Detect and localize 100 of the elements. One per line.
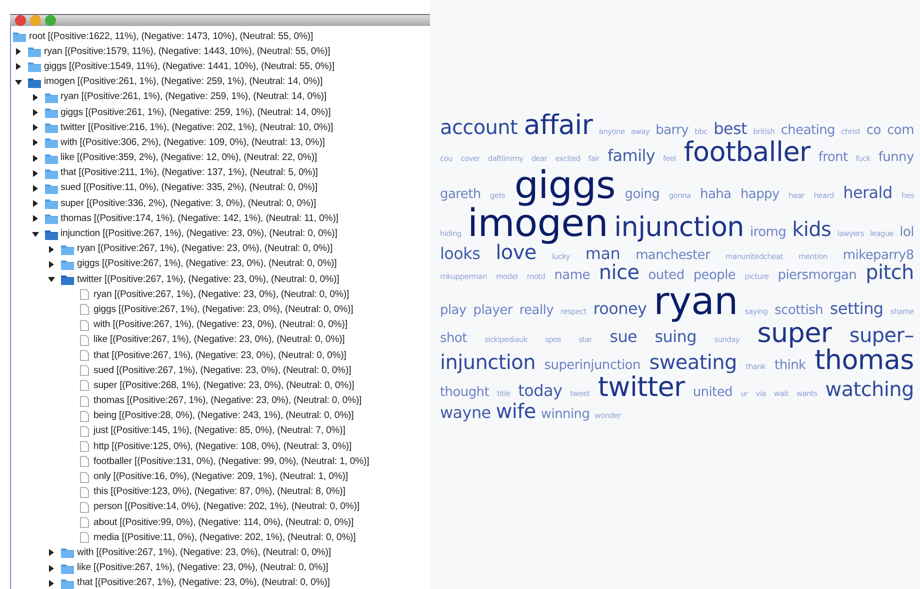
tree-node-label[interactable]: giggs [(Positive:267, 1%), (Negative: 23, 0%), (Neutral: 0, 0%)] bbox=[94, 304, 354, 316]
cloud-word: barry bbox=[656, 124, 689, 137]
tree-node-label[interactable]: that [(Positive:211, 1%), (Negative: 137, 1%), (Neutral: 5, 0%)] bbox=[60, 167, 318, 180]
cloud-word: wife bbox=[496, 401, 536, 421]
document-icon bbox=[78, 320, 90, 331]
cloud-word: herald bbox=[843, 185, 892, 201]
cloud-word: affair bbox=[524, 112, 593, 139]
folder-icon bbox=[61, 274, 74, 286]
cloud-word: ryan bbox=[654, 282, 738, 320]
cloud-word: nice bbox=[598, 262, 640, 282]
tree-node-label[interactable]: footballer [(Positive:131, 0%), (Negative: 99, 0%), (Neutral: 1, 0%)] bbox=[94, 456, 370, 468]
tree-node-label[interactable]: only [(Positive:16, 0%), (Negative: 209, 1%), (Neutral: 1, 0%)] bbox=[94, 471, 348, 484]
tree-node-label[interactable]: super [(Positive:336, 2%), (Negative: 3, 0%), (Neutral: 0, 0%)] bbox=[60, 198, 316, 210]
tree-node-label[interactable]: ryan [(Positive:261, 1%), (Negative: 259, 1%), (Neutral: 14, 0%)] bbox=[60, 91, 326, 104]
tree-node-label[interactable]: sued [(Positive:267, 1%), (Negative: 23, 0%), (Neutral: 0, 0%)] bbox=[94, 364, 352, 377]
cloud-word: happy bbox=[740, 188, 780, 201]
cloud-word: super– bbox=[849, 325, 914, 345]
tree-node-label[interactable]: http [(Positive:125, 0%), (Negative: 108, 0%), (Neutral: 3, 0%)] bbox=[94, 440, 352, 453]
tree-node-label[interactable]: thomas [(Positive:267, 1%), (Negative: 23, 0%), (Neutral: 0, 0%)] bbox=[94, 395, 362, 408]
tree-node-label[interactable]: like [(Positive:267, 1%), (Negative: 23, 0%), (Neutral: 0, 0%)] bbox=[77, 562, 328, 574]
cloud-word: piersmorgan bbox=[778, 269, 857, 282]
document-icon bbox=[78, 410, 90, 422]
cloud-word: really bbox=[519, 304, 554, 317]
tree-node-label[interactable]: media [(Positive:11, 0%), (Negative: 202, 1%), (Neutral: 0, 0%)] bbox=[94, 532, 356, 544]
cloud-word: manchester bbox=[636, 249, 710, 262]
folder-icon bbox=[61, 578, 74, 589]
tree-node-label[interactable]: imogen [(Positive:261, 1%), (Negative: 259, 1%), (Neutral: 14, 0%)] bbox=[44, 76, 323, 88]
document-icon bbox=[78, 304, 90, 316]
folder-icon bbox=[13, 31, 26, 42]
cloud-word: outed bbox=[648, 269, 684, 282]
tree-node-label[interactable]: with [(Positive:267, 1%), (Negative: 23, 0%), (Neutral: 0, 0%)] bbox=[94, 319, 348, 332]
cloud-word: cheating bbox=[780, 124, 835, 137]
cloud-word: injunction bbox=[614, 214, 744, 241]
tree-node-label[interactable]: super [(Positive:268, 1%), (Negative: 23, 0%), (Neutral: 0, 0%)] bbox=[94, 380, 354, 392]
folder-icon bbox=[44, 92, 58, 103]
tree-node-label[interactable]: that [(Positive:267, 1%), (Negative: 23, 0%), (Neutral: 0, 0%)] bbox=[94, 350, 346, 362]
cloud-word: united bbox=[692, 386, 732, 399]
tree-node-label[interactable]: being [(Positive:28, 0%), (Negative: 243, 1%), (Neutral: 0, 0%)] bbox=[94, 410, 354, 422]
folder-icon bbox=[44, 137, 58, 148]
tree-node-label[interactable]: ryan [(Positive:1579, 11%), (Negative: 1443, 10%), (Neutral: 55, 0%)] bbox=[44, 46, 330, 58]
tree-node-label[interactable]: root [(Positive:1622, 11%), (Negative: 1473, 10%), (Neutral: 55, 0%)] bbox=[29, 30, 314, 43]
cloud-word: setting bbox=[830, 301, 884, 317]
folder-icon bbox=[44, 228, 58, 240]
folder-icon bbox=[61, 258, 74, 270]
document-icon bbox=[78, 365, 90, 376]
close-button[interactable] bbox=[15, 15, 26, 26]
cloud-word: family bbox=[607, 148, 656, 164]
cloud-word: best bbox=[714, 121, 747, 137]
folder-icon bbox=[44, 198, 58, 210]
tree-node-label[interactable]: thomas [(Positive:174, 1%), (Negative: 142, 1%), (Neutral: 11, 0%)] bbox=[60, 212, 338, 225]
cloud-word: iromg bbox=[750, 226, 786, 239]
tree-node-label[interactable]: person [(Positive:14, 0%), (Negative: 202, 1%), (Neutral: 0, 0%)] bbox=[94, 501, 360, 514]
cloud-word: funny bbox=[878, 151, 914, 164]
cloud-word: think bbox=[774, 359, 806, 372]
tree-node-label[interactable]: just [(Positive:145, 1%), (Negative: 85, 0%), (Neutral: 7, 0%)] bbox=[94, 425, 346, 438]
folder-icon bbox=[44, 107, 58, 118]
tree-node-label[interactable]: like [(Positive:359, 2%), (Negative: 12, 0%), (Neutral: 22, 0%)] bbox=[60, 152, 317, 164]
tree-node-label[interactable]: sued [(Positive:11, 0%), (Negative: 335, 2%), (Neutral: 0, 0%)] bbox=[60, 182, 318, 194]
cloud-word: wayne bbox=[440, 405, 491, 421]
document-icon bbox=[78, 396, 90, 407]
tree-node-label[interactable]: like [(Positive:267, 1%), (Negative: 23, 0%), (Neutral: 0, 0%)] bbox=[94, 334, 345, 346]
tree-node-label[interactable]: with [(Positive:306, 2%), (Negative: 109, 0%), (Neutral: 13, 0%)] bbox=[60, 136, 325, 149]
document-icon bbox=[78, 380, 90, 392]
folder-icon bbox=[61, 562, 74, 574]
tree-node-label[interactable]: about [(Positive:99, 0%), (Negative: 114, 0%), (Neutral: 0, 0%)] bbox=[94, 516, 354, 529]
tree-node-label[interactable]: twitter [(Positive:267, 1%), (Negative: 23, 0%), (Neutral: 0, 0%)] bbox=[77, 274, 340, 286]
cloud-word: suing bbox=[654, 329, 696, 345]
cloud-word: scottish bbox=[774, 304, 823, 317]
document-icon bbox=[78, 486, 90, 498]
cloud-word: gareth bbox=[440, 188, 481, 201]
tree-node-label[interactable]: ryan [(Positive:267, 1%), (Negative: 23, 0%), (Neutral: 0, 0%)] bbox=[94, 288, 350, 301]
cloud-word: com bbox=[887, 124, 914, 137]
tree-node-label[interactable]: that [(Positive:267, 1%), (Negative: 23, 0%), (Neutral: 0, 0%)] bbox=[77, 577, 330, 589]
cloud-word: footballer bbox=[684, 139, 810, 166]
tree-node-label[interactable]: this [(Positive:123, 0%), (Negative: 87, 0%), (Neutral: 8, 0%)] bbox=[94, 486, 346, 498]
folder-icon bbox=[61, 547, 74, 558]
document-icon bbox=[78, 502, 90, 513]
cloud-word: people bbox=[693, 269, 736, 282]
folder-icon bbox=[44, 182, 58, 194]
document-icon bbox=[78, 334, 90, 346]
document-icon bbox=[78, 456, 90, 468]
tree-node-label[interactable]: giggs [(Positive:267, 1%), (Negative: 23, 0%), (Neutral: 0, 0%)] bbox=[77, 258, 337, 270]
cloud-word: giggs bbox=[514, 166, 616, 204]
tree-node-label[interactable]: giggs [(Positive:1549, 11%), (Negative: 1441, 10%), (Neutral: 55, 0%)] bbox=[44, 60, 334, 73]
tree-node-label[interactable]: ryan [(Positive:267, 1%), (Negative: 23, 0%), (Neutral: 0, 0%)] bbox=[77, 243, 333, 256]
tree-node-label[interactable]: twitter [(Positive:216, 1%), (Negative: 202, 1%), (Neutral: 10, 0%)] bbox=[60, 122, 334, 134]
cloud-word: looks bbox=[440, 246, 480, 262]
document-icon bbox=[78, 426, 90, 437]
cloud-word: man bbox=[585, 246, 620, 262]
cloud-word: account bbox=[440, 117, 518, 137]
cloud-word: love bbox=[496, 242, 536, 262]
cloud-word: watching bbox=[825, 379, 914, 399]
cloud-word: haha bbox=[700, 188, 732, 201]
tree-node-label[interactable]: injunction [(Positive:267, 1%), (Negative: 23, 0%), (Neutral: 0, 0%)] bbox=[60, 228, 338, 240]
tree-node-label[interactable]: with [(Positive:267, 1%), (Negative: 23, 0%), (Neutral: 0, 0%)] bbox=[77, 546, 331, 559]
cloud-word: thought bbox=[440, 386, 490, 399]
tree-node-label[interactable]: giggs [(Positive:261, 1%), (Negative: 259, 1%), (Neutral: 14, 0%)] bbox=[60, 106, 331, 119]
cloud-word: going bbox=[624, 188, 660, 201]
folder-icon bbox=[44, 122, 58, 134]
document-icon bbox=[78, 350, 90, 362]
